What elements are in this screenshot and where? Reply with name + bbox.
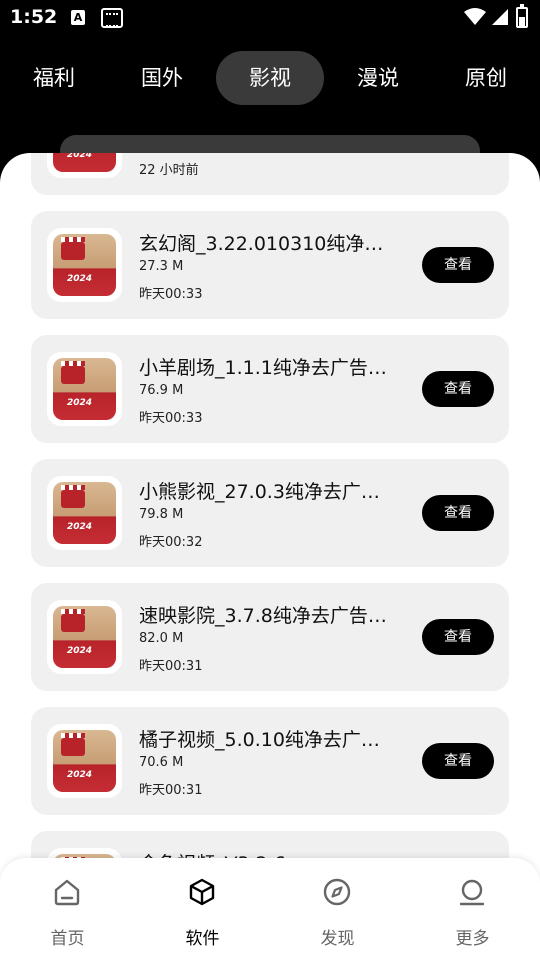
view-button[interactable]: 查看 — [422, 495, 494, 531]
item-time: 昨天00:33 — [139, 287, 203, 302]
nav-label: 首页 — [50, 929, 85, 949]
box-icon — [189, 878, 215, 906]
status-bar: 1:52 A — [0, 0, 540, 38]
view-button[interactable]: 查看 — [422, 743, 494, 779]
list-item[interactable]: 2024 小羊剧场_1.1.1纯净去广告… 76.9 M 昨天00:33 查看 — [31, 335, 509, 443]
app-icon: 2024 — [47, 352, 122, 426]
user-icon — [459, 879, 485, 906]
item-size: 76.9 M — [139, 383, 184, 398]
nav-software[interactable]: 软件 — [135, 858, 270, 960]
category-tabs: 福利 国外 影视 漫说 原创 — [0, 51, 540, 105]
view-button[interactable]: 查看 — [422, 371, 494, 407]
view-button[interactable]: 查看 — [422, 247, 494, 283]
wifi-icon — [464, 8, 486, 25]
notification-app-icon — [101, 8, 123, 28]
nav-label: 软件 — [185, 929, 220, 949]
status-time: 1:52 — [10, 6, 58, 28]
item-time: 22 小时前 — [139, 163, 199, 178]
bottom-nav: 首页 软件 发现 更多 — [0, 858, 540, 960]
tab-guowai[interactable]: 国外 — [108, 51, 216, 105]
signal-icon — [492, 9, 508, 25]
nav-label: 更多 — [455, 929, 490, 949]
app-icon: 2024 — [47, 153, 122, 178]
item-title: 小熊影视_27.0.3纯净去广… — [139, 481, 380, 503]
view-button[interactable]: 查看 — [422, 619, 494, 655]
app-icon: 2024 — [47, 476, 122, 550]
item-title: 速映影院_3.7.8纯净去广告… — [139, 605, 387, 627]
home-icon — [54, 879, 80, 906]
nav-label: 发现 — [320, 929, 355, 949]
app-icon: 2024 — [47, 724, 122, 798]
tab-yuanchuang[interactable]: 原创 — [432, 51, 540, 105]
tab-manshuo[interactable]: 漫说 — [324, 51, 432, 105]
item-size: 27.3 M — [139, 259, 184, 274]
compass-icon — [323, 878, 351, 906]
app-icon: 2024 — [47, 600, 122, 674]
item-time: 昨天00:31 — [139, 659, 203, 674]
app-list-panel[interactable]: 2024 22 小时前 2024 玄幻阁_3.22.010310纯净… 27.3… — [0, 153, 540, 960]
accessibility-a-icon: A — [71, 10, 85, 25]
tab-fuli[interactable]: 福利 — [0, 51, 108, 105]
list-item[interactable]: 2024 橘子视频_5.0.10纯净去广… 70.6 M 昨天00:31 查看 — [31, 707, 509, 815]
list-item[interactable]: 2024 速映影院_3.7.8纯净去广告… 82.0 M 昨天00:31 查看 — [31, 583, 509, 691]
item-title: 橘子视频_5.0.10纯净去广… — [139, 729, 380, 751]
item-size: 70.6 M — [139, 755, 184, 770]
item-size: 79.8 M — [139, 507, 184, 522]
item-time: 昨天00:33 — [139, 411, 203, 426]
list-item[interactable]: 2024 玄幻阁_3.22.010310纯净… 27.3 M 昨天00:33 查… — [31, 211, 509, 319]
item-title: 小羊剧场_1.1.1纯净去广告… — [139, 357, 387, 379]
battery-icon — [516, 4, 528, 28]
nav-discover[interactable]: 发现 — [270, 858, 405, 960]
list-item-partial-top[interactable]: 2024 22 小时前 — [31, 153, 509, 195]
nav-home[interactable]: 首页 — [0, 858, 135, 960]
item-time: 昨天00:32 — [139, 535, 203, 550]
item-title: 玄幻阁_3.22.010310纯净… — [139, 233, 384, 255]
list-item[interactable]: 2024 小熊影视_27.0.3纯净去广… 79.8 M 昨天00:32 查看 — [31, 459, 509, 567]
item-time: 昨天00:31 — [139, 783, 203, 798]
app-icon: 2024 — [47, 228, 122, 302]
tab-yingshi[interactable]: 影视 — [216, 51, 324, 105]
nav-more[interactable]: 更多 — [405, 858, 540, 960]
item-size: 82.0 M — [139, 631, 184, 646]
